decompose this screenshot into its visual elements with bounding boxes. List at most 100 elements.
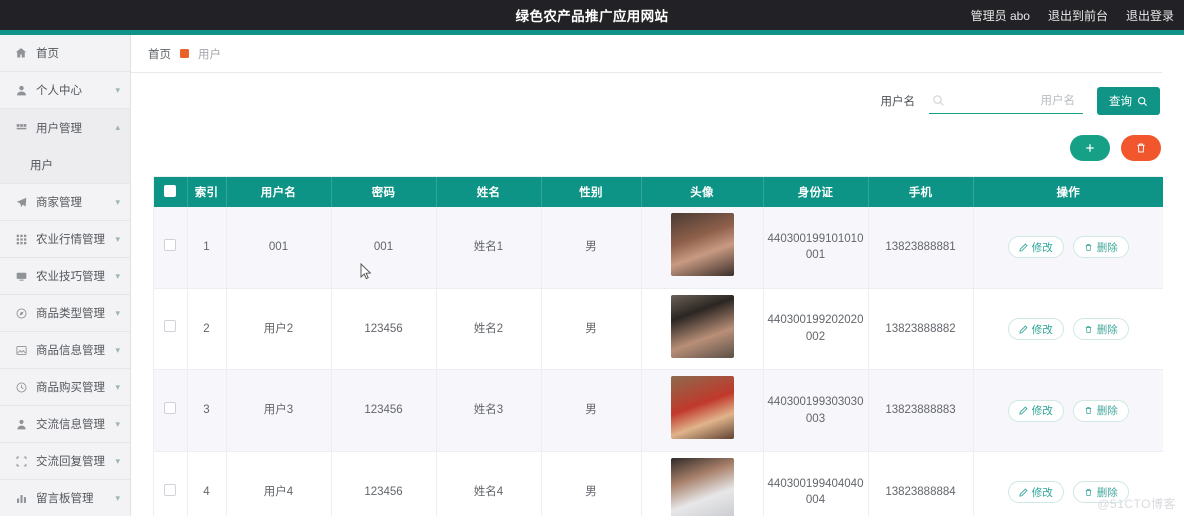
chevron-down-icon: ▾ bbox=[115, 84, 120, 95]
sidebar-item-market-management[interactable]: 农业行情管理 ▾ bbox=[0, 221, 130, 258]
chevron-down-icon: ▾ bbox=[115, 196, 120, 207]
avatar[interactable] bbox=[670, 213, 734, 276]
current-user-label: 管理员 abo bbox=[970, 8, 1030, 23]
trash-icon bbox=[1135, 142, 1147, 154]
sidebar-item-home[interactable]: 首页 bbox=[0, 35, 130, 72]
sidebar-item-goods-info-management[interactable]: 商品信息管理 ▾ bbox=[0, 332, 130, 369]
breadcrumb-current: 用户 bbox=[198, 48, 221, 61]
sidebar-group-user-management: 用户管理 ▴ 用户 bbox=[0, 109, 130, 184]
cell-gender: 男 bbox=[541, 207, 642, 289]
search-button[interactable]: 查询 bbox=[1097, 87, 1160, 115]
edit-row-label: 修改 bbox=[1031, 323, 1053, 336]
sidebar-subitem-user[interactable]: 用户 bbox=[0, 146, 130, 184]
chevron-down-icon: ▾ bbox=[115, 233, 120, 244]
sidebar-item-personal-center[interactable]: 个人中心 ▾ bbox=[0, 72, 130, 109]
search-button-icon bbox=[1137, 96, 1148, 107]
trash-icon bbox=[1084, 243, 1093, 252]
chevron-up-icon: ▴ bbox=[115, 122, 120, 132]
sidebar-item-merchant-management[interactable]: 商家管理 ▾ bbox=[0, 184, 130, 221]
table-header: 索引 用户名 密码 姓名 性别 头像 身份证 手机 操作 bbox=[154, 177, 1163, 207]
cell-phone: 13823888881 bbox=[868, 207, 974, 289]
column-header-password: 密码 bbox=[331, 177, 437, 207]
table-header-row: 索引 用户名 密码 姓名 性别 头像 身份证 手机 操作 bbox=[154, 177, 1163, 207]
edit-row-label: 修改 bbox=[1031, 486, 1053, 499]
row-checkbox[interactable] bbox=[164, 401, 177, 414]
delete-row-button[interactable]: 删除 bbox=[1072, 318, 1129, 340]
search-input[interactable] bbox=[945, 88, 1083, 113]
select-all-checkbox[interactable] bbox=[164, 184, 177, 197]
sidebar-label: 首页 bbox=[36, 48, 59, 60]
column-header-name: 姓名 bbox=[436, 177, 542, 207]
user-table: 索引 用户名 密码 姓名 性别 头像 身份证 手机 操作 1 001 001 姓名1 男… bbox=[154, 177, 1163, 516]
avatar[interactable] bbox=[670, 376, 734, 440]
sidebar-item-exchange-info-management[interactable]: 交流信息管理 ▾ bbox=[0, 406, 130, 443]
logout-link[interactable]: 退出登录 bbox=[1126, 7, 1174, 24]
trash-icon bbox=[1084, 488, 1093, 497]
chevron-down-icon: ▾ bbox=[115, 418, 120, 429]
cell-gender: 男 bbox=[541, 369, 642, 453]
select-all-header bbox=[154, 177, 188, 207]
chevron-down-icon: ▾ bbox=[115, 492, 120, 503]
cell-name: 姓名2 bbox=[436, 288, 542, 371]
sidebar-item-skills-management[interactable]: 农业技巧管理 ▾ bbox=[0, 258, 130, 295]
sidebar-item-goods-type-management[interactable]: 商品类型管理 ▾ bbox=[0, 295, 130, 332]
cell-actions: 修改 删除 bbox=[973, 369, 1163, 453]
cell-index: 3 bbox=[187, 369, 227, 453]
cell-avatar bbox=[641, 207, 764, 289]
sidebar-item-exchange-reply-management[interactable]: 交流回复管理 ▾ bbox=[0, 443, 130, 480]
chevron-down-icon: ▾ bbox=[115, 381, 120, 392]
edit-row-button[interactable]: 修改 bbox=[1007, 236, 1064, 259]
chevron-down-icon: ▾ bbox=[115, 270, 120, 281]
trash-icon bbox=[1084, 325, 1093, 334]
cell-phone: 13823888883 bbox=[868, 369, 974, 453]
column-header-username: 用户名 bbox=[226, 177, 332, 207]
cell-password: 123456 bbox=[331, 451, 437, 516]
row-checkbox[interactable] bbox=[164, 320, 177, 333]
chevron-down-icon: ▾ bbox=[115, 344, 120, 355]
table-body: 1 001 001 姓名1 男 440300199101010001 13823888881… bbox=[154, 207, 1163, 516]
sidebar-label: 商品购买管理 bbox=[36, 382, 105, 394]
search-field-wrapper bbox=[929, 88, 1083, 114]
exit-to-frontend-link[interactable]: 退出到前台 bbox=[1048, 7, 1108, 24]
batch-delete-button[interactable] bbox=[1121, 135, 1161, 161]
cell-idcard: 440300199404040004 bbox=[763, 451, 869, 516]
grid-icon bbox=[14, 121, 28, 135]
column-header-actions: 操作 bbox=[973, 177, 1163, 207]
cell-avatar bbox=[641, 451, 764, 516]
delete-row-label: 删除 bbox=[1096, 323, 1118, 336]
image-icon bbox=[14, 343, 28, 357]
cell-password: 123456 bbox=[331, 369, 437, 453]
sidebar-label: 交流信息管理 bbox=[36, 419, 105, 431]
cell-actions: 修改 删除 bbox=[973, 451, 1163, 516]
add-button[interactable] bbox=[1070, 135, 1110, 161]
chevron-down-icon: ▾ bbox=[115, 307, 120, 318]
breadcrumb-home[interactable]: 首页 bbox=[148, 46, 171, 62]
table-row: 4 用户4 123456 姓名4 男 440300199404040004 13823888… bbox=[154, 451, 1163, 516]
sidebar-item-goods-purchase-management[interactable]: 商品购买管理 ▾ bbox=[0, 369, 130, 406]
delete-row-button[interactable]: 删除 bbox=[1072, 399, 1129, 422]
edit-row-label: 修改 bbox=[1031, 241, 1053, 254]
edit-row-label: 修改 bbox=[1031, 405, 1053, 418]
edit-row-button[interactable]: 修改 bbox=[1007, 399, 1064, 422]
clock-icon bbox=[14, 380, 28, 394]
column-header-index: 索引 bbox=[187, 177, 227, 207]
cell-idcard: 440300199101010001 bbox=[763, 207, 869, 289]
pencil-icon bbox=[1019, 406, 1028, 415]
row-checkbox[interactable] bbox=[164, 483, 177, 496]
cell-avatar bbox=[641, 288, 764, 371]
cell-index: 4 bbox=[187, 451, 227, 516]
delete-row-button[interactable]: 删除 bbox=[1072, 481, 1129, 504]
sidebar-item-message-board-management[interactable]: 留言板管理 ▾ bbox=[0, 480, 130, 516]
avatar[interactable] bbox=[670, 458, 734, 516]
sidebar-item-user-management[interactable]: 用户管理 ▴ bbox=[0, 109, 130, 146]
header-user-area: 管理员 abo 退出到前台 退出登录 bbox=[971, 0, 1174, 30]
search-label: 用户名 bbox=[880, 96, 916, 108]
row-checkbox[interactable] bbox=[164, 238, 177, 251]
avatar[interactable] bbox=[670, 294, 734, 358]
edit-row-button[interactable]: 修改 bbox=[1007, 318, 1064, 340]
cell-name: 姓名3 bbox=[436, 369, 542, 453]
delete-row-button[interactable]: 删除 bbox=[1072, 236, 1129, 259]
sidebar-label: 个人中心 bbox=[36, 85, 82, 97]
edit-row-button[interactable]: 修改 bbox=[1007, 481, 1064, 504]
cell-gender: 男 bbox=[541, 451, 642, 516]
